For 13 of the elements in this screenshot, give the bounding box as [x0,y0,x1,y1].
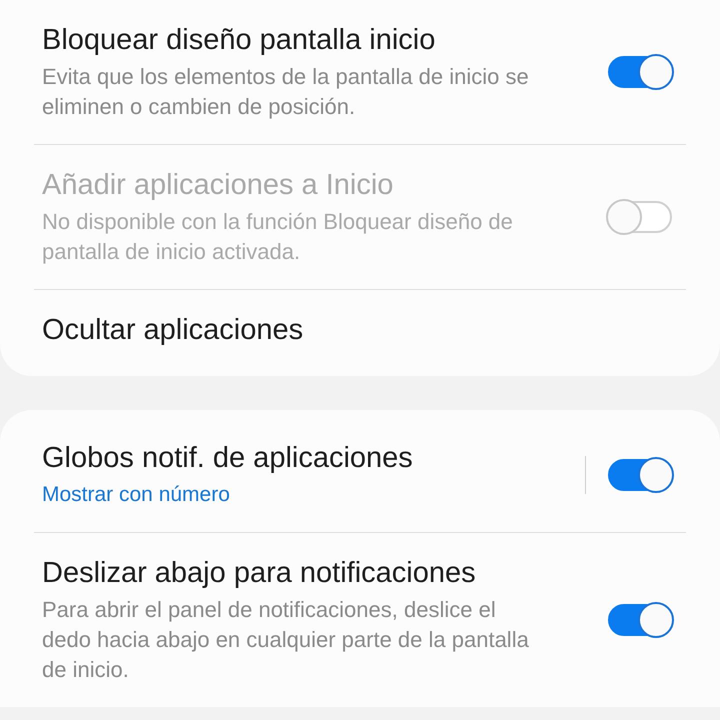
setting-value: Mostrar con número [42,482,231,508]
setting-description: Para abrir el panel de notificaciones, deslice el dedo hacia abajo en cualquier parte de la pantalla de inicio. [42,596,530,684]
setting-title: Globos notif. de aplicaciones [42,441,414,476]
setting-title: Deslizar abajo para notificaciones [42,556,477,591]
setting-title: Bloquear diseño pantalla inicio [42,23,436,58]
setting-title: Añadir aplicaciones a Inicio [42,168,394,203]
setting-description: No disponible con la función Bloquear diseño de pantalla de inicio activada. [42,208,514,266]
toggle-switch[interactable] [608,604,672,636]
toggle-switch[interactable] [608,459,672,491]
divider [585,456,586,494]
setting-title: Ocultar aplicaciones [42,313,304,348]
toggle-switch[interactable] [608,56,672,88]
setting-description: Evita que los elementos de la pantalla de inicio se eliminen o cambien de posición. [42,63,530,121]
